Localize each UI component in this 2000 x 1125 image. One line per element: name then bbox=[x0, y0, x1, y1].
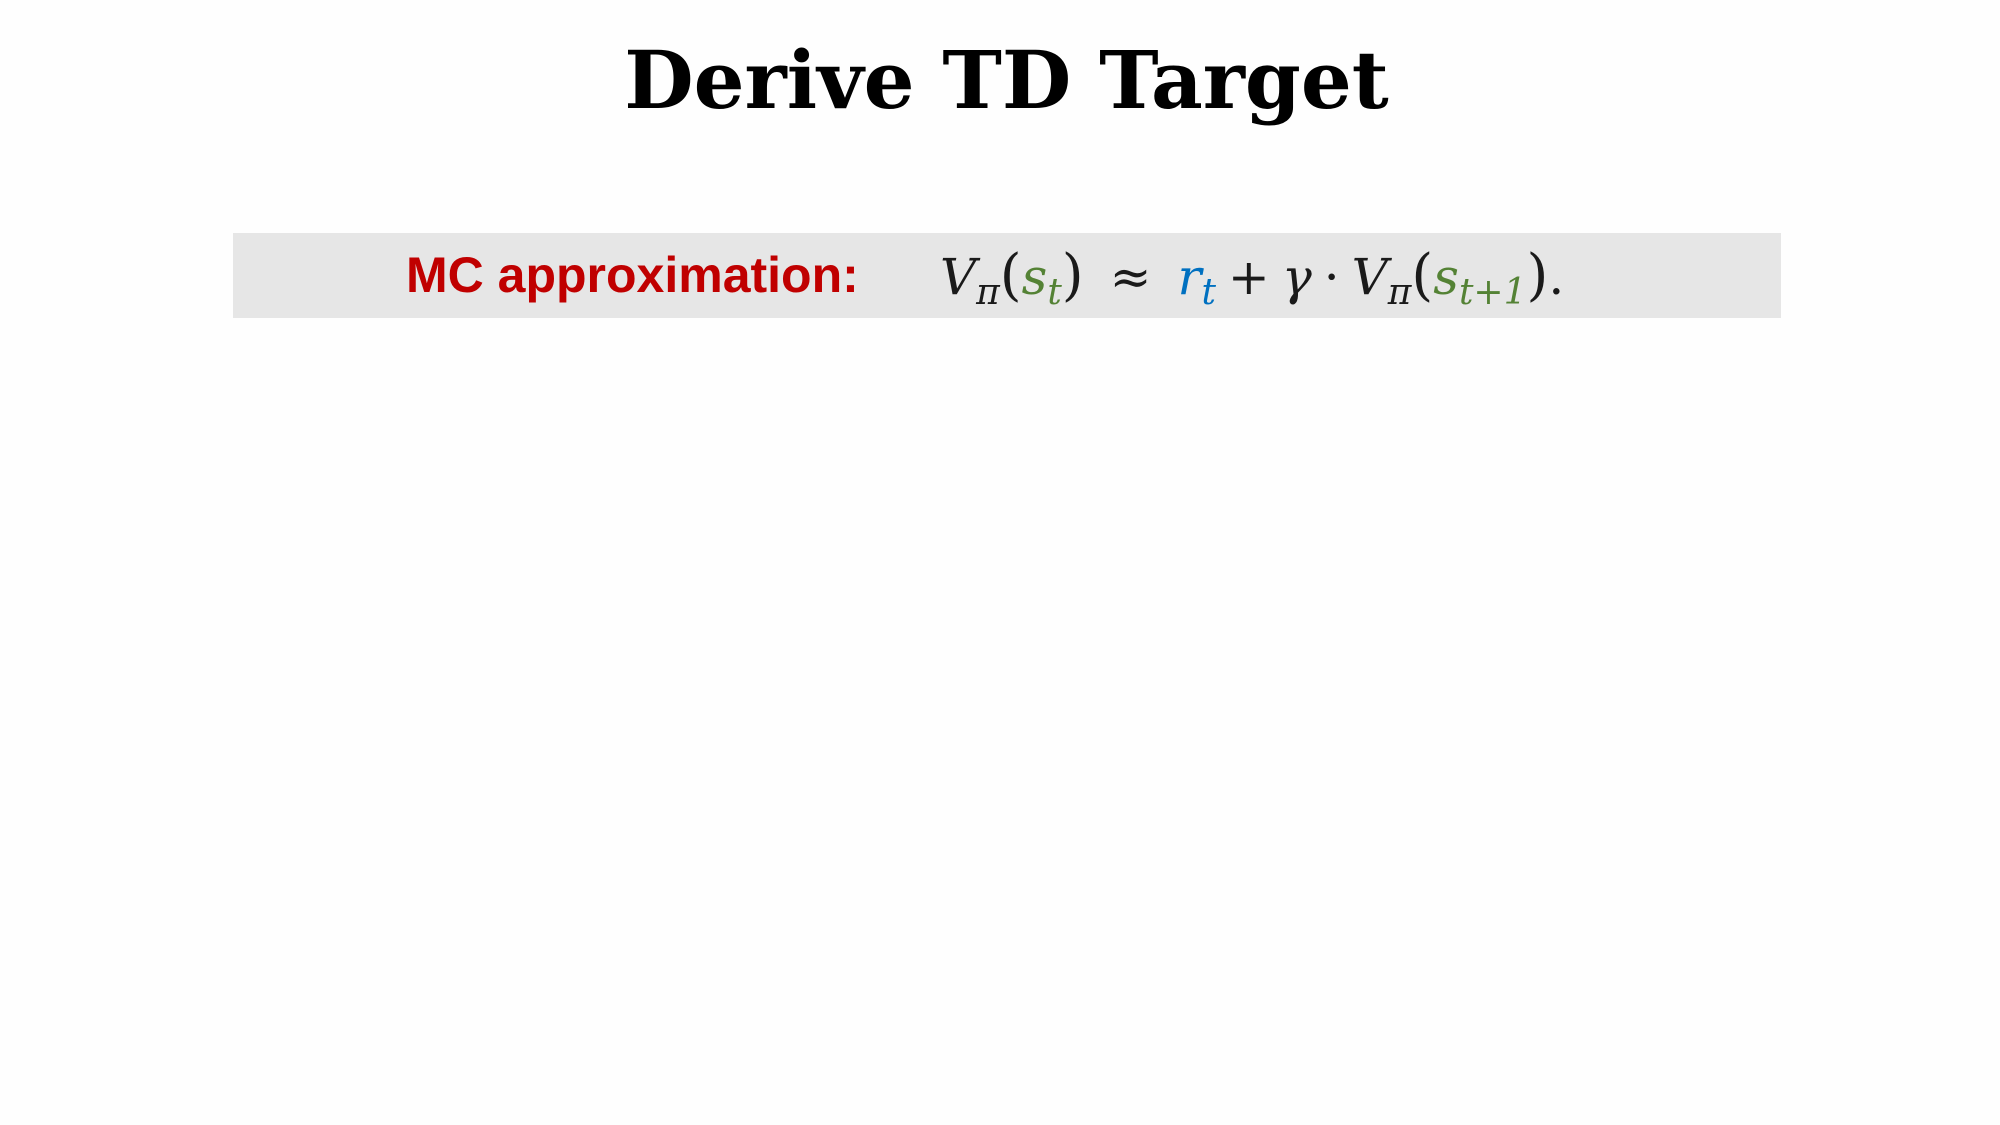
slide-title: Derive TD Target bbox=[624, 33, 1389, 127]
next-right-paren: ) bbox=[1526, 243, 1549, 308]
next-policy-subscript: π bbox=[1387, 272, 1412, 313]
reward-time-subscript: t bbox=[1201, 272, 1216, 313]
next-value-function-symbol: V bbox=[1351, 248, 1388, 306]
gamma-symbol: γ bbox=[1281, 248, 1312, 306]
next-left-paren: ( bbox=[1411, 243, 1434, 308]
approx-symbol: ≈ bbox=[1109, 248, 1152, 306]
td-formula: Vπ(st) ≈ rt + γ · Vπ(st+1). bbox=[940, 233, 1564, 318]
mc-approximation-label: MC approximation: bbox=[406, 247, 859, 303]
policy-subscript: π bbox=[976, 272, 1000, 313]
dot-symbol: · bbox=[1323, 248, 1340, 306]
next-state-symbol: s bbox=[1433, 248, 1459, 306]
value-function-symbol: V bbox=[940, 248, 977, 306]
reward-symbol: r bbox=[1177, 248, 1202, 306]
slide: Derive TD Target MC approximation: Vπ(st… bbox=[0, 0, 2000, 1125]
period: . bbox=[1548, 248, 1565, 306]
right-paren: ) bbox=[1061, 243, 1084, 308]
plus-symbol: + bbox=[1227, 248, 1270, 306]
next-state-time-subscript: t+1 bbox=[1458, 272, 1527, 313]
state-symbol: s bbox=[1021, 248, 1048, 306]
left-paren: ( bbox=[999, 243, 1022, 308]
state-time-subscript: t bbox=[1047, 272, 1062, 313]
